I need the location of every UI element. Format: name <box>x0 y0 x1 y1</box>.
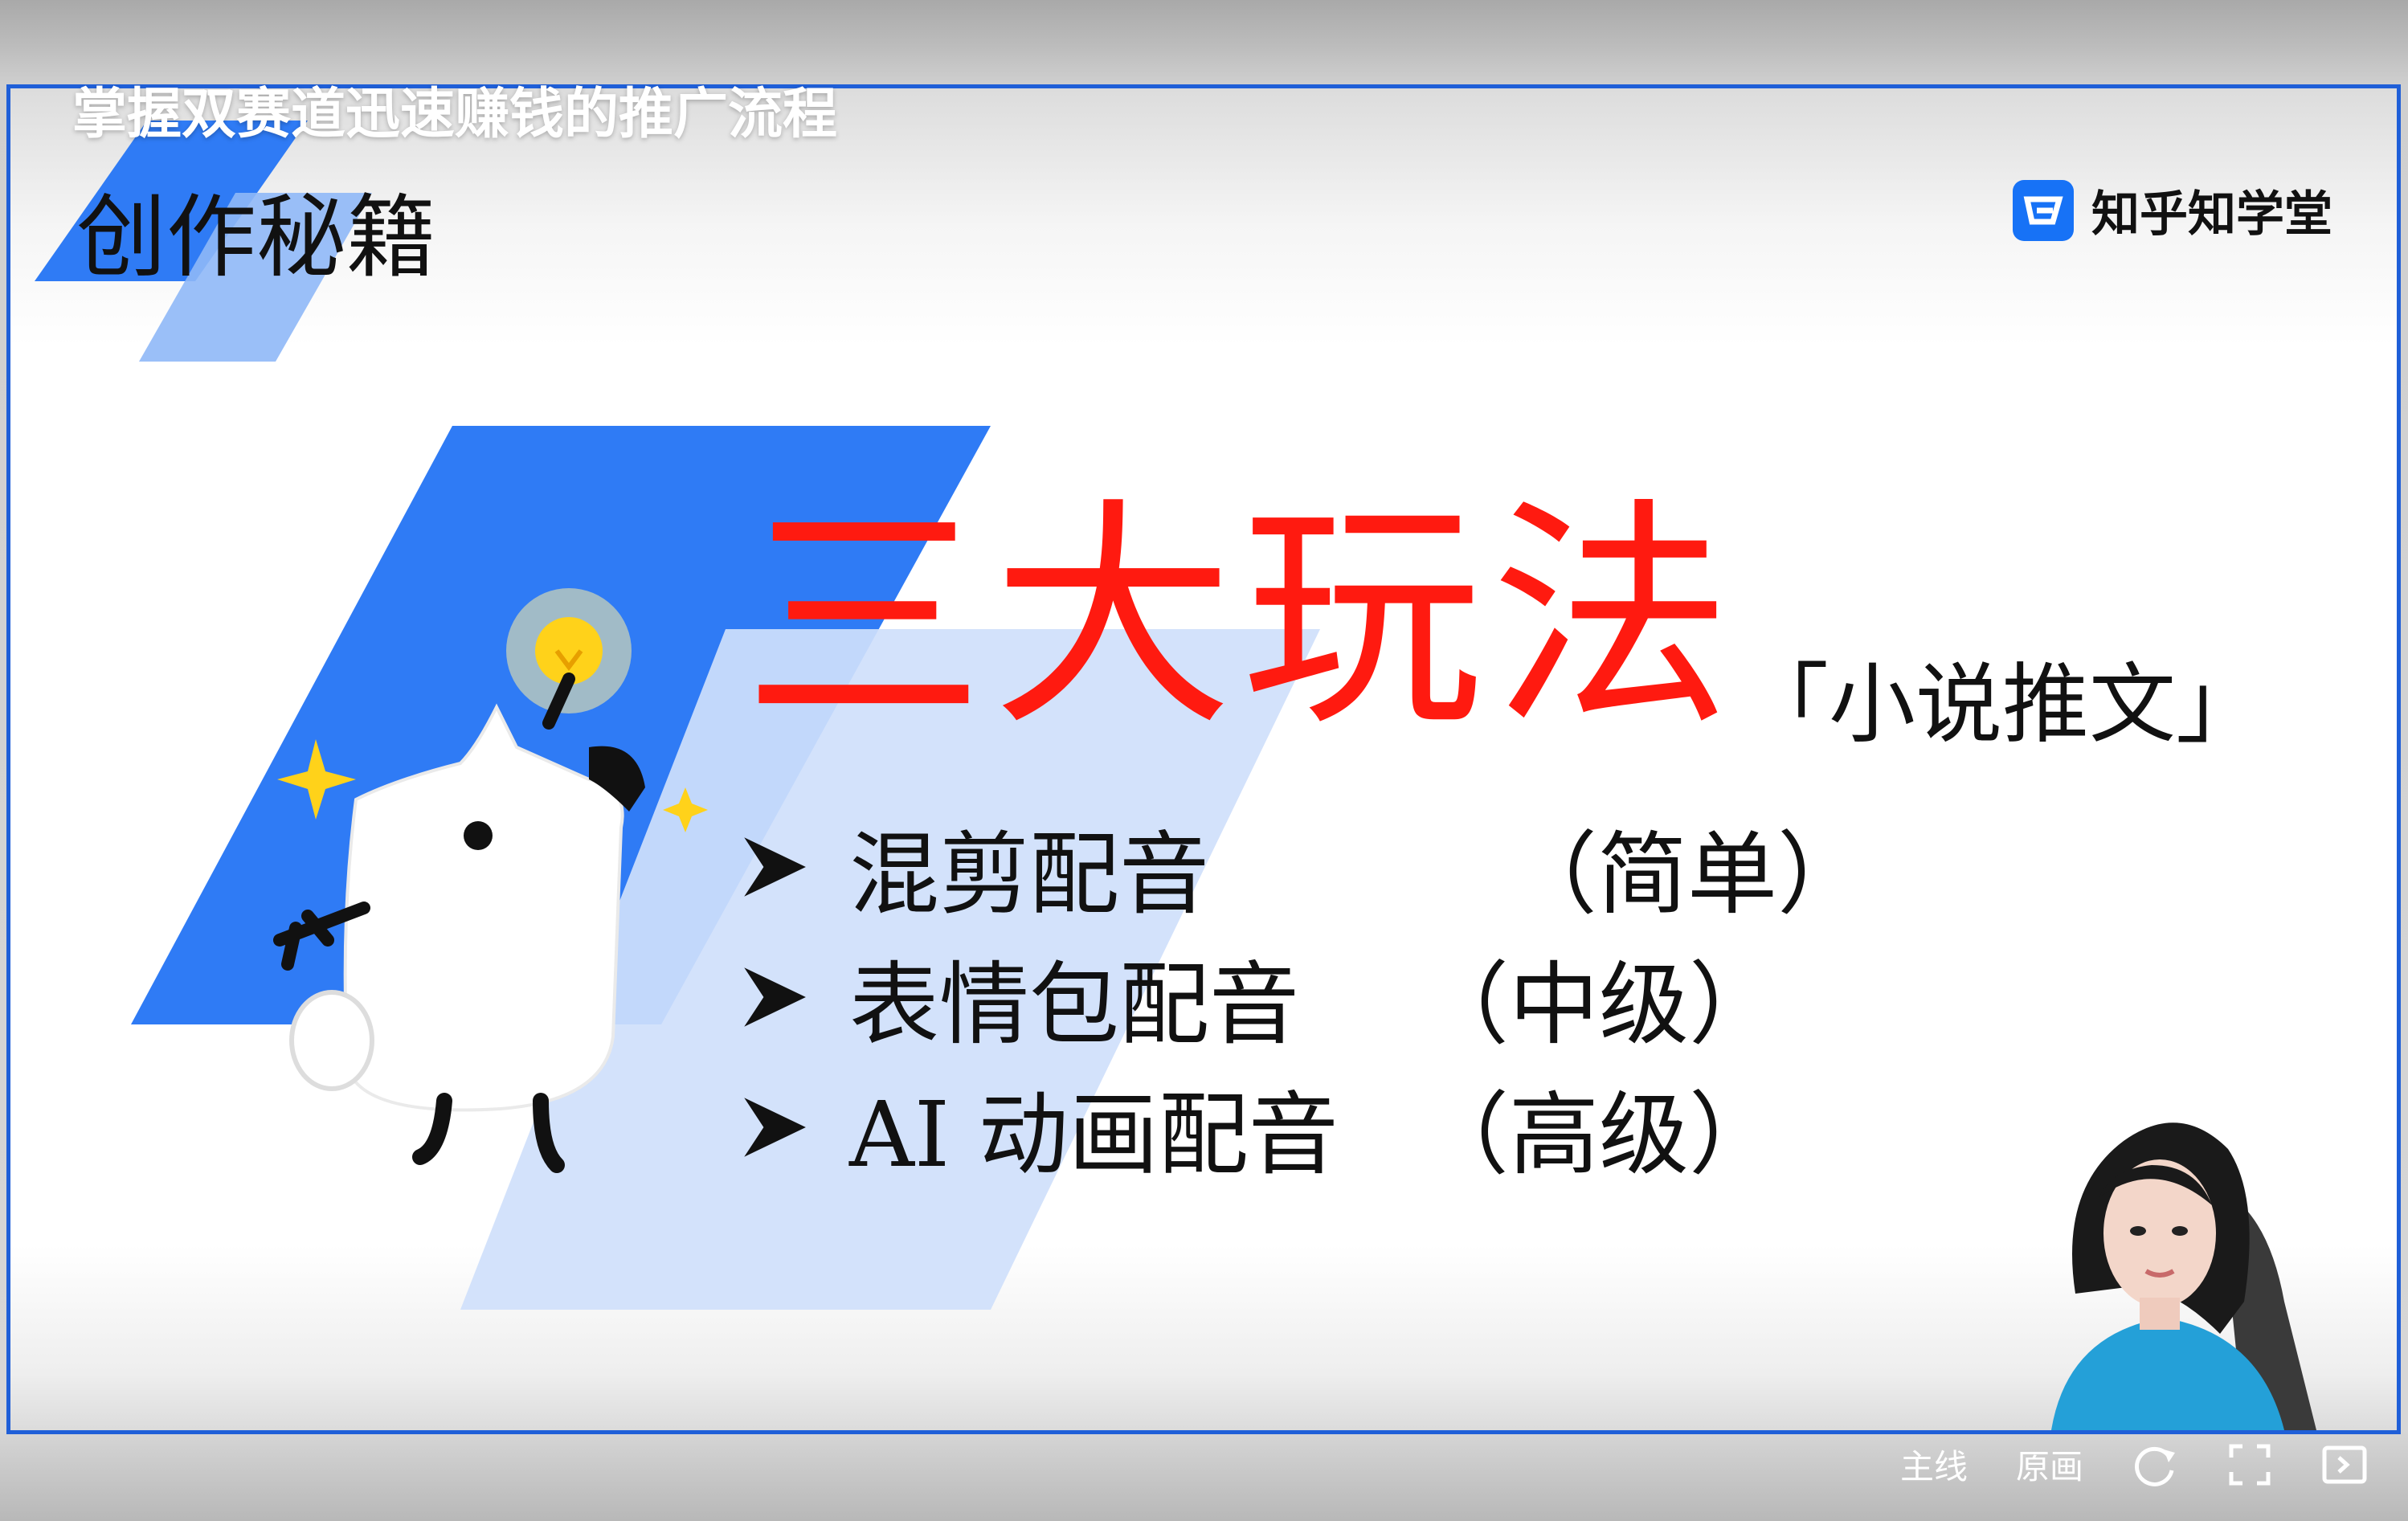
zhihu-logo-icon <box>2013 179 2074 241</box>
player-controls: 主线 原画 <box>1900 1440 2368 1489</box>
quality-selector[interactable]: 原画 <box>2016 1440 2083 1489</box>
slide-frame: 创作秘籍 知乎知学堂 三大玩法 「小说推文」 混剪配音 （简单） 表情包配音 （… <box>6 84 2401 1434</box>
item-label: 表情包配音 <box>849 953 1299 1057</box>
arrow-bullet-icon <box>744 967 806 1027</box>
brand-name: 知乎知学堂 <box>2091 186 2332 243</box>
item-label: 混剪配音 <box>849 823 1209 927</box>
item-label: AI 动画配音 <box>849 1083 1339 1188</box>
picture-in-picture-icon[interactable] <box>2321 1441 2368 1488</box>
refresh-icon[interactable] <box>2132 1441 2178 1488</box>
presenter-webcam <box>2051 1122 2316 1430</box>
list-item: 混剪配音 （简单） <box>740 802 1867 932</box>
item-level: （简单） <box>1507 823 1867 927</box>
dog-mascot-illustration <box>273 588 708 1173</box>
line-selector[interactable]: 主线 <box>1900 1440 1968 1489</box>
item-level: （中级） <box>1419 953 1779 1057</box>
arrow-bullet-icon <box>744 837 806 897</box>
video-title: 掌握双赛道迅速赚钱的推广流程 <box>72 83 838 146</box>
fullscreen-icon[interactable] <box>2226 1441 2273 1488</box>
brand: 知乎知学堂 <box>2013 175 2332 245</box>
arrow-bullet-icon <box>744 1098 806 1157</box>
main-title: 三大玩法 <box>743 478 1740 758</box>
subtitle: 「小说推文」 <box>1742 655 2263 755</box>
section-title: 创作秘籍 <box>76 186 436 290</box>
list-item: 表情包配音 （中级） <box>740 932 1779 1062</box>
item-level: （高级） <box>1419 1083 1779 1188</box>
list-item: AI 动画配音 （高级） <box>740 1062 1779 1192</box>
